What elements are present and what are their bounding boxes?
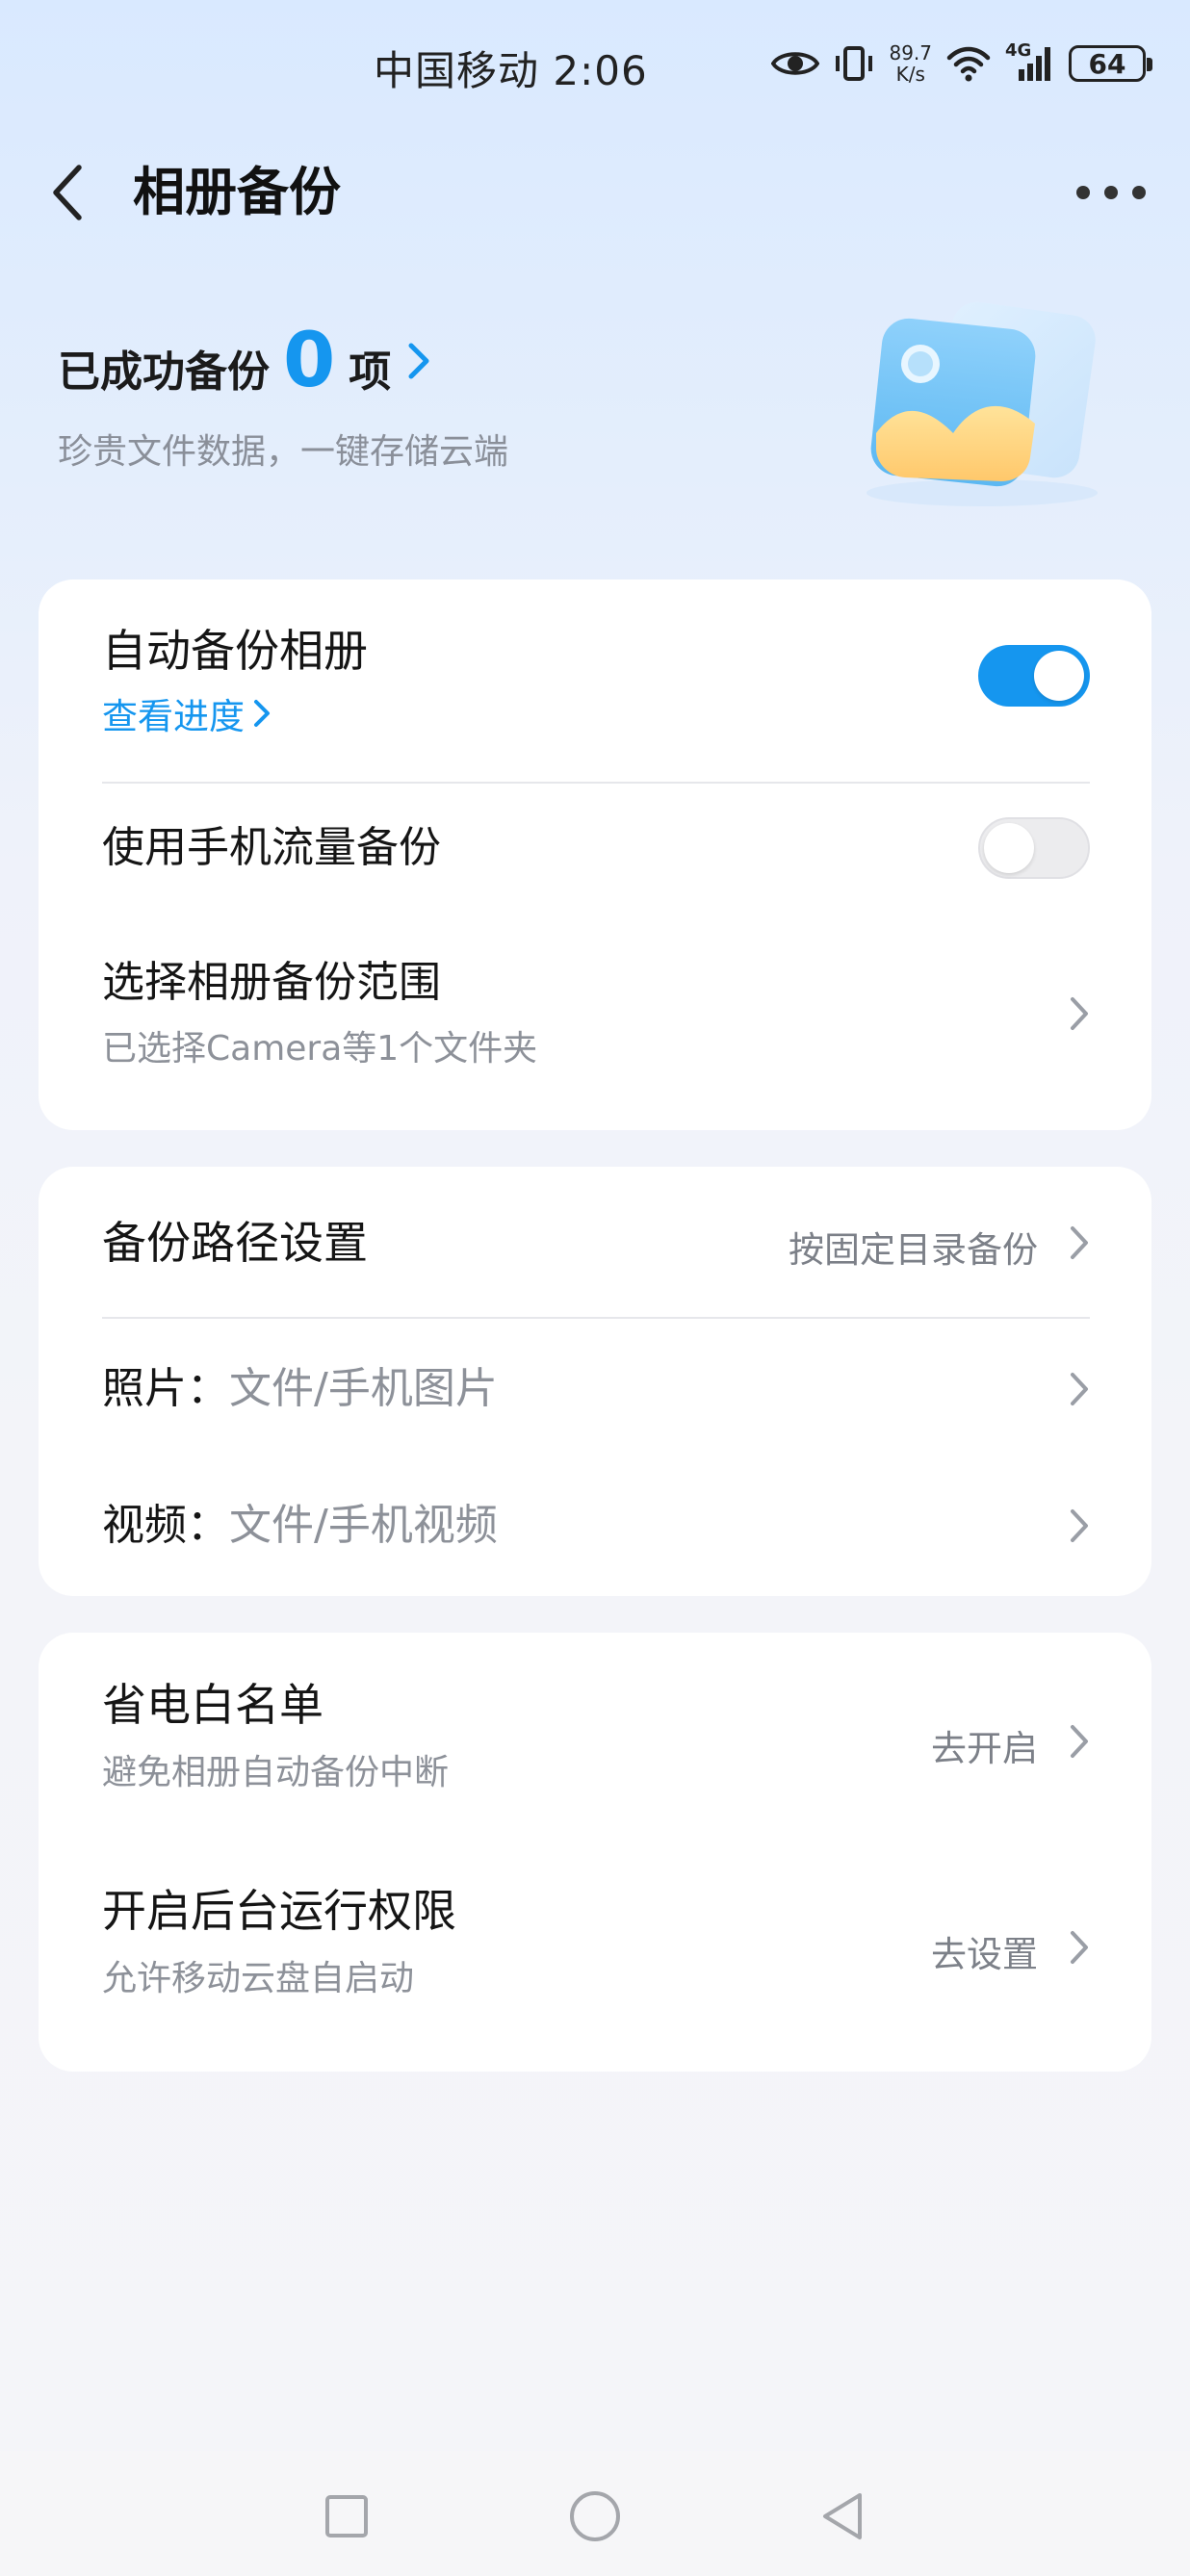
more-dot-icon <box>1104 186 1118 199</box>
backup-count-value: 0 <box>283 318 336 404</box>
back-nav-button[interactable] <box>803 2478 880 2555</box>
photo-path-row[interactable]: 照片：文件/手机图片 <box>102 1355 1090 1423</box>
backup-path-value: 按固定目录备份 <box>789 1229 1038 1271</box>
status-carrier-time: 中国移动 2:06 <box>374 47 648 94</box>
photo-path-value: 文件/手机图片 <box>229 1364 498 1413</box>
chevron-right-icon <box>1071 1509 1088 1542</box>
backup-count-link[interactable]: 已成功备份 0 项 <box>58 318 809 404</box>
video-path-row[interactable]: 视频：文件/手机视频 <box>102 1492 1090 1559</box>
chevron-right-icon <box>254 700 270 727</box>
status-bar: 中国移动 2:06 89.7 K/s 4G 64 <box>0 0 1190 135</box>
video-path-text: 视频：文件/手机视频 <box>102 1492 1090 1559</box>
chevron-right-icon <box>1071 1373 1088 1405</box>
vibrate-icon <box>836 46 873 81</box>
page-title: 相册备份 <box>133 162 341 222</box>
toggle-knob <box>1034 651 1084 701</box>
chevron-right-icon <box>1071 1226 1088 1259</box>
chevron-right-icon <box>1071 1725 1088 1758</box>
backup-count-label: 已成功备份 <box>58 348 270 397</box>
photo-path-label: 照片： <box>102 1364 229 1413</box>
cellular-signal: 4G <box>1005 40 1055 83</box>
background-permission-row[interactable]: 开启后台运行权限 允许移动云盘自启动 去设置 <box>102 1881 1090 2006</box>
backup-scope-subtitle: 已选择Camera等1个文件夹 <box>102 1029 538 1069</box>
back-button[interactable] <box>39 162 96 223</box>
chevron-right-icon <box>408 343 429 379</box>
backup-scope-title: 选择相册备份范围 <box>102 958 441 1007</box>
auto-backup-row: 自动备份相册 查看进度 <box>102 622 1090 737</box>
status-icons: 89.7 K/s 4G 64 <box>771 39 1152 89</box>
chevron-left-icon <box>53 165 82 220</box>
divider <box>102 1317 1090 1319</box>
backup-path-card: 备份路径设置 按固定目录备份 照片：文件/手机图片 视频：文件/手机视频 <box>39 1167 1151 1596</box>
auto-backup-card: 自动备份相册 查看进度 使用手机流量备份 选择相册备份范围 已选择Camera等… <box>39 580 1151 1130</box>
recents-button[interactable] <box>308 2478 385 2555</box>
mobile-data-title: 使用手机流量备份 <box>102 823 441 872</box>
battery-level: 64 <box>1088 47 1126 80</box>
chevron-right-icon <box>1071 1931 1088 1964</box>
backup-path-row[interactable]: 备份路径设置 按固定目录备份 <box>102 1209 1090 1276</box>
background-permission-action: 去设置 <box>931 1934 1038 1975</box>
more-dot-icon <box>1132 186 1146 199</box>
view-progress-label: 查看进度 <box>102 696 245 737</box>
square-icon <box>325 2495 368 2537</box>
toggle-knob <box>984 823 1034 873</box>
auto-backup-toggle[interactable] <box>978 645 1090 707</box>
eye-icon <box>771 52 820 75</box>
mobile-data-row: 使用手机流量备份 <box>102 814 1090 882</box>
system-nav-bar <box>0 2451 1190 2576</box>
video-path-value: 文件/手机视频 <box>229 1501 498 1550</box>
divider <box>102 782 1090 784</box>
backup-scope-row[interactable]: 选择相册备份范围 已选择Camera等1个文件夹 <box>102 955 1090 1070</box>
video-path-label: 视频： <box>102 1501 229 1550</box>
circle-icon <box>570 2491 620 2541</box>
power-whitelist-row[interactable]: 省电白名单 避免相册自动备份中断 去开启 <box>102 1675 1090 1800</box>
triangle-back-icon <box>823 2493 862 2539</box>
wifi-icon <box>946 46 991 82</box>
photo-path-text: 照片：文件/手机图片 <box>102 1355 1090 1423</box>
battery-indicator: 64 <box>1069 45 1152 82</box>
more-dot-icon <box>1076 186 1090 199</box>
backup-summary: 已成功备份 0 项 珍贵文件数据，一键存储云端 <box>58 318 809 491</box>
net-speed: 89.7 K/s <box>889 42 932 85</box>
net-speed-unit: K/s <box>895 63 925 86</box>
backup-count-unit: 项 <box>349 348 392 397</box>
view-progress-link[interactable]: 查看进度 <box>102 687 1090 739</box>
backup-subtitle: 珍贵文件数据，一键存储云端 <box>58 432 509 472</box>
net-speed-value: 89.7 <box>889 41 932 64</box>
app-header: 相册备份 <box>0 144 1190 241</box>
power-whitelist-action: 去开启 <box>931 1728 1038 1769</box>
more-options-button[interactable] <box>1076 173 1146 212</box>
permissions-card: 省电白名单 避免相册自动备份中断 去开启 开启后台运行权限 允许移动云盘自启动 … <box>39 1633 1151 2072</box>
signal-bars-icon <box>1019 47 1050 81</box>
auto-backup-title: 自动备份相册 <box>102 625 368 677</box>
photo-album-illustration-icon <box>867 301 1098 506</box>
chevron-right-icon <box>1071 997 1088 1030</box>
home-button[interactable] <box>556 2478 634 2555</box>
mobile-data-toggle[interactable] <box>978 817 1090 879</box>
